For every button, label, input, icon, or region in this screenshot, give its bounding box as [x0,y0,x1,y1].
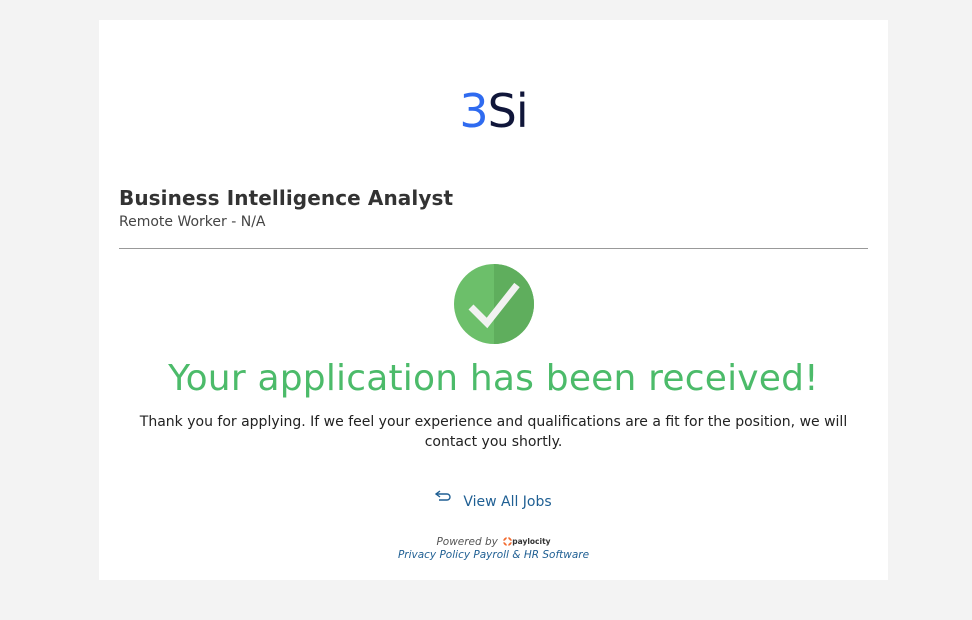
paylocity-logo-icon [503,537,513,549]
powered-by-text: Powered by [436,536,498,548]
logo-part-3: 3 [459,84,488,138]
divider [119,248,868,249]
footer-links: Privacy Policy Payroll & HR Software [99,549,888,561]
checkmark-icon [454,264,534,344]
footer: Powered by paylocity Privacy Policy Payr… [99,536,888,561]
back-arrow-icon [435,490,451,506]
logo-part-si: Si [487,84,529,138]
payroll-hr-software-link[interactable]: Payroll & HR Software [473,549,589,561]
powered-by-line: Powered by paylocity [99,536,888,549]
view-all-jobs-link[interactable]: View All Jobs [99,490,888,510]
company-logo: 3Si [99,88,888,134]
job-title: Business Intelligence Analyst [119,186,454,210]
paylocity-brand-text: paylocity [512,537,551,546]
job-location: Remote Worker - N/A [119,214,266,230]
privacy-policy-link[interactable]: Privacy Policy [398,549,470,561]
confirmation-card: 3Si Business Intelligence Analyst Remote… [99,20,888,580]
confirmation-message: Thank you for applying. If we feel your … [139,414,848,450]
view-all-jobs-label: View All Jobs [463,494,552,510]
confirmation-headline: Your application has been received! [168,358,819,399]
